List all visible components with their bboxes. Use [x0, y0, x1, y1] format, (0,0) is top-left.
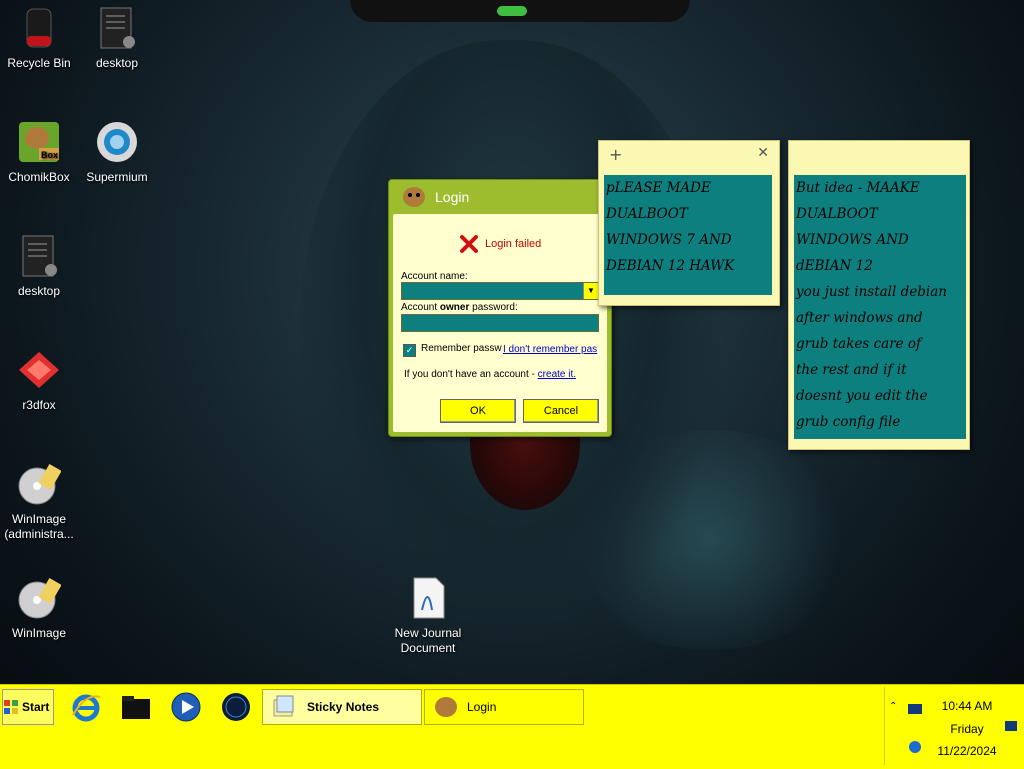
desktop-icon-winimage[interactable]: WinImage — [0, 576, 78, 641]
error-x-icon — [460, 235, 478, 253]
desktop-icon-supermium[interactable]: Supermium — [78, 120, 156, 185]
account-name-label: Account name: — [401, 271, 468, 282]
winimage-icon — [18, 577, 61, 619]
file-icon — [22, 235, 57, 277]
chomikbox-icon: Box — [19, 122, 59, 162]
desktop-icon-new-journal-document[interactable]: New Journal Document — [389, 576, 467, 656]
sticky-note-text[interactable]: But idea - MAAKE DUALBOOT WINDOWS AND dE… — [794, 175, 966, 439]
password-label: Account owner password: — [401, 302, 518, 313]
remember-password-checkbox[interactable]: ✓ — [403, 344, 416, 357]
desktop-icon-label: New Journal Document — [394, 626, 462, 655]
file-icon — [100, 7, 135, 49]
create-account-link[interactable]: create it. — [538, 369, 576, 380]
monitor-icon[interactable] — [907, 703, 923, 717]
clock-date: 11/22/2024 — [937, 744, 997, 758]
close-icon[interactable]: ✕ — [757, 145, 769, 161]
account-name-select[interactable]: ▼ — [401, 282, 599, 300]
network-icon[interactable] — [907, 739, 923, 755]
supermium-browser-icon — [97, 122, 137, 162]
login-title: Login — [435, 189, 470, 205]
password-label-prefix: Account — [401, 302, 440, 313]
system-tray: ⌃ 10:44 AM Friday 11/22/2024 — [884, 687, 1023, 765]
no-account-text: If you don't have an account - create it… — [404, 369, 576, 380]
taskbar-item-sticky-notes[interactable]: Sticky Notes — [262, 689, 422, 725]
media-player-icon[interactable] — [170, 691, 202, 723]
recycle-bin-icon — [26, 8, 52, 48]
sticky-note-1[interactable]: + ✕ pLEASE MADE DUALBOOT WINDOWS 7 AND D… — [598, 140, 780, 306]
password-label-bold: owner — [439, 302, 470, 313]
r3dfox-browser-icon — [19, 352, 59, 388]
sticky-note-text[interactable]: pLEASE MADE DUALBOOT WINDOWS 7 AND DEBIA… — [604, 175, 772, 295]
no-account-prefix: If you don't have an account - — [404, 369, 538, 380]
task-label: Login — [467, 700, 497, 714]
top-gadget-indicator — [497, 6, 527, 16]
sticky-notes-icon — [273, 695, 294, 717]
taskbar: Start Sticky Notes Login ⌃ 10:44 AM Frid… — [0, 684, 1024, 769]
chevron-down-icon[interactable]: ▼ — [583, 283, 598, 299]
desktop-icon-label: WinImage — [11, 626, 67, 640]
top-gadget — [350, 0, 690, 22]
task-label: Sticky Notes — [307, 700, 380, 714]
desktop-icon-recycle-bin[interactable]: Recycle Bin — [0, 6, 78, 71]
wallpaper-glow — [560, 430, 860, 650]
windows-logo-icon — [4, 700, 18, 714]
login-titlebar[interactable]: Login — [389, 180, 611, 212]
clock-day: Friday — [950, 722, 984, 736]
chomikbox-hamster-icon — [435, 697, 457, 717]
new-note-plus-icon[interactable]: + — [609, 145, 622, 164]
globe-icon[interactable] — [220, 691, 252, 723]
desktop-icon-label: WinImage (administra... — [4, 512, 74, 541]
desktop-icon-label: desktop — [17, 284, 61, 298]
login-error-text: Login failed — [485, 238, 542, 250]
desktop-icon-desktop-file-2[interactable]: desktop — [0, 234, 78, 299]
start-label: Start — [22, 700, 50, 714]
start-button[interactable]: Start — [2, 689, 54, 725]
login-body: Login failed Account name: ▼ Account own… — [393, 214, 607, 432]
desktop-icon-desktop-file[interactable]: desktop — [78, 6, 156, 71]
cancel-button[interactable]: Cancel — [523, 399, 599, 423]
password-field[interactable] — [401, 314, 599, 332]
winimage-icon — [18, 463, 61, 505]
login-error: Login failed — [459, 234, 541, 254]
journal-document-icon — [413, 577, 445, 619]
login-window: Login Login failed Account name: ▼ Accou… — [388, 179, 612, 437]
desktop-icon-label: ChomikBox — [8, 170, 70, 184]
taskbar-item-login[interactable]: Login — [424, 689, 584, 725]
forgot-password-link[interactable]: I don't remember pas — [503, 344, 597, 355]
ok-button[interactable]: OK — [440, 399, 516, 423]
desktop-icon-r3dfox[interactable]: r3dfox — [0, 348, 78, 413]
remember-password-label: Remember passw — [421, 343, 502, 354]
desktop-icon-label: r3dfox — [22, 398, 56, 412]
internet-explorer-icon[interactable] — [70, 691, 102, 723]
sticky-note-2[interactable]: But idea - MAAKE DUALBOOT WINDOWS AND dE… — [788, 140, 970, 450]
chevron-up-icon[interactable]: ⌃ — [889, 701, 897, 712]
desktop-icon-label: desktop — [95, 56, 139, 70]
desktop-icon-winimage-admin[interactable]: WinImage (administra... — [0, 462, 78, 542]
svg-text:Box: Box — [41, 150, 58, 160]
chomikbox-hamster-icon — [403, 187, 425, 207]
desktop-icon-label: Recycle Bin — [7, 56, 71, 70]
clock-time[interactable]: 10:44 AM — [927, 699, 1007, 713]
desktop-icon-chomikbox[interactable]: Box ChomikBox — [0, 120, 78, 185]
desktop-icon-label: Supermium — [86, 170, 148, 184]
password-label-suffix: password: — [469, 302, 518, 313]
folder-icon[interactable] — [120, 691, 152, 723]
